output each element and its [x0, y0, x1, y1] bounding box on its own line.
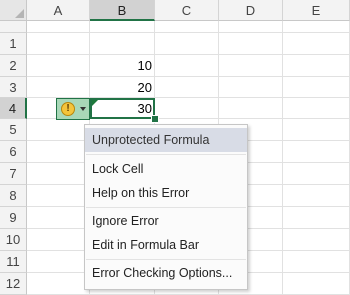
column-header-b[interactable]: B	[90, 0, 155, 21]
select-all-corner[interactable]	[0, 0, 27, 21]
column-header-c[interactable]: C	[155, 0, 219, 21]
grid-cell[interactable]	[283, 98, 350, 119]
row-header-strip	[0, 21, 27, 33]
grid-cell[interactable]	[155, 98, 219, 119]
grid-cell[interactable]	[219, 77, 283, 98]
grid-cell[interactable]	[155, 21, 219, 33]
grid-cell[interactable]	[27, 251, 90, 273]
error-indicator-triangle	[92, 100, 98, 106]
grid-cell[interactable]	[283, 55, 350, 77]
grid-cell[interactable]	[283, 33, 350, 55]
grid-cell[interactable]	[283, 251, 350, 273]
row-header-8[interactable]: 8	[0, 185, 27, 207]
column-header-d[interactable]: D	[219, 0, 283, 21]
menu-item-ignore-error[interactable]: Ignore Error	[85, 209, 247, 233]
menu-separator	[86, 259, 246, 260]
grid-cell[interactable]	[155, 55, 219, 77]
menu-header-unprotected-formula: Unprotected Formula	[85, 128, 247, 152]
grid-cell[interactable]	[27, 207, 90, 229]
row-header-6[interactable]: 6	[0, 141, 27, 163]
row-header-9[interactable]: 9	[0, 207, 27, 229]
error-checking-button[interactable]: !	[56, 98, 90, 120]
active-cell-border	[90, 98, 155, 119]
grid-cell[interactable]	[219, 98, 283, 119]
warning-icon: !	[61, 102, 75, 116]
menu-separator	[86, 154, 246, 155]
grid-cell[interactable]	[283, 141, 350, 163]
grid-cell[interactable]	[27, 21, 90, 33]
grid-cell[interactable]	[283, 77, 350, 98]
grid-cell[interactable]	[27, 55, 90, 77]
grid-cell[interactable]	[90, 33, 155, 55]
grid-cell[interactable]	[283, 185, 350, 207]
grid-cell[interactable]	[27, 141, 90, 163]
row-header-12[interactable]: 12	[0, 273, 27, 295]
grid-cell[interactable]	[27, 185, 90, 207]
row-header-7[interactable]: 7	[0, 163, 27, 185]
error-context-menu: Unprotected Formula Lock Cell Help on th…	[84, 124, 248, 290]
grid-cell[interactable]	[283, 21, 350, 33]
fill-handle[interactable]	[151, 115, 159, 123]
grid-cell[interactable]	[155, 33, 219, 55]
column-header-a[interactable]: A	[27, 0, 90, 21]
row-header-4[interactable]: 4	[0, 98, 27, 119]
chevron-down-icon	[80, 107, 86, 111]
grid-cell[interactable]	[283, 207, 350, 229]
cell-b3[interactable]: 20	[90, 77, 152, 98]
menu-item-help-on-error[interactable]: Help on this Error	[85, 181, 247, 205]
row-header-2[interactable]: 2	[0, 55, 27, 77]
menu-item-lock-cell[interactable]: Lock Cell	[85, 157, 247, 181]
grid-cell[interactable]	[27, 273, 90, 295]
cell-b2[interactable]: 10	[90, 55, 152, 77]
row-header-1[interactable]: 1	[0, 33, 27, 55]
row-header-11[interactable]: 11	[0, 251, 27, 273]
row-header-5[interactable]: 5	[0, 119, 27, 141]
grid-cell[interactable]	[27, 163, 90, 185]
grid-cell[interactable]	[90, 21, 155, 33]
grid-cell[interactable]	[27, 119, 90, 141]
grid-cell[interactable]	[27, 229, 90, 251]
grid-cell[interactable]	[219, 55, 283, 77]
row-header-10[interactable]: 10	[0, 229, 27, 251]
menu-item-edit-formula-bar[interactable]: Edit in Formula Bar	[85, 233, 247, 257]
grid-cell[interactable]	[283, 119, 350, 141]
column-header-e[interactable]: E	[283, 0, 350, 21]
grid-cell[interactable]	[219, 21, 283, 33]
menu-item-error-checking-options[interactable]: Error Checking Options...	[85, 261, 247, 285]
grid-cell[interactable]	[283, 163, 350, 185]
row-header-3[interactable]: 3	[0, 77, 27, 98]
grid-cell[interactable]	[27, 33, 90, 55]
grid-cell[interactable]	[219, 33, 283, 55]
menu-separator	[86, 207, 246, 208]
grid-cell[interactable]	[283, 229, 350, 251]
spreadsheet-grid: A B C D E 1 2 3 4 5 6 7 8 9 10 11 12 10 …	[0, 0, 350, 295]
grid-cell[interactable]	[283, 273, 350, 295]
grid-cell[interactable]	[155, 77, 219, 98]
grid-cell[interactable]	[27, 77, 90, 98]
